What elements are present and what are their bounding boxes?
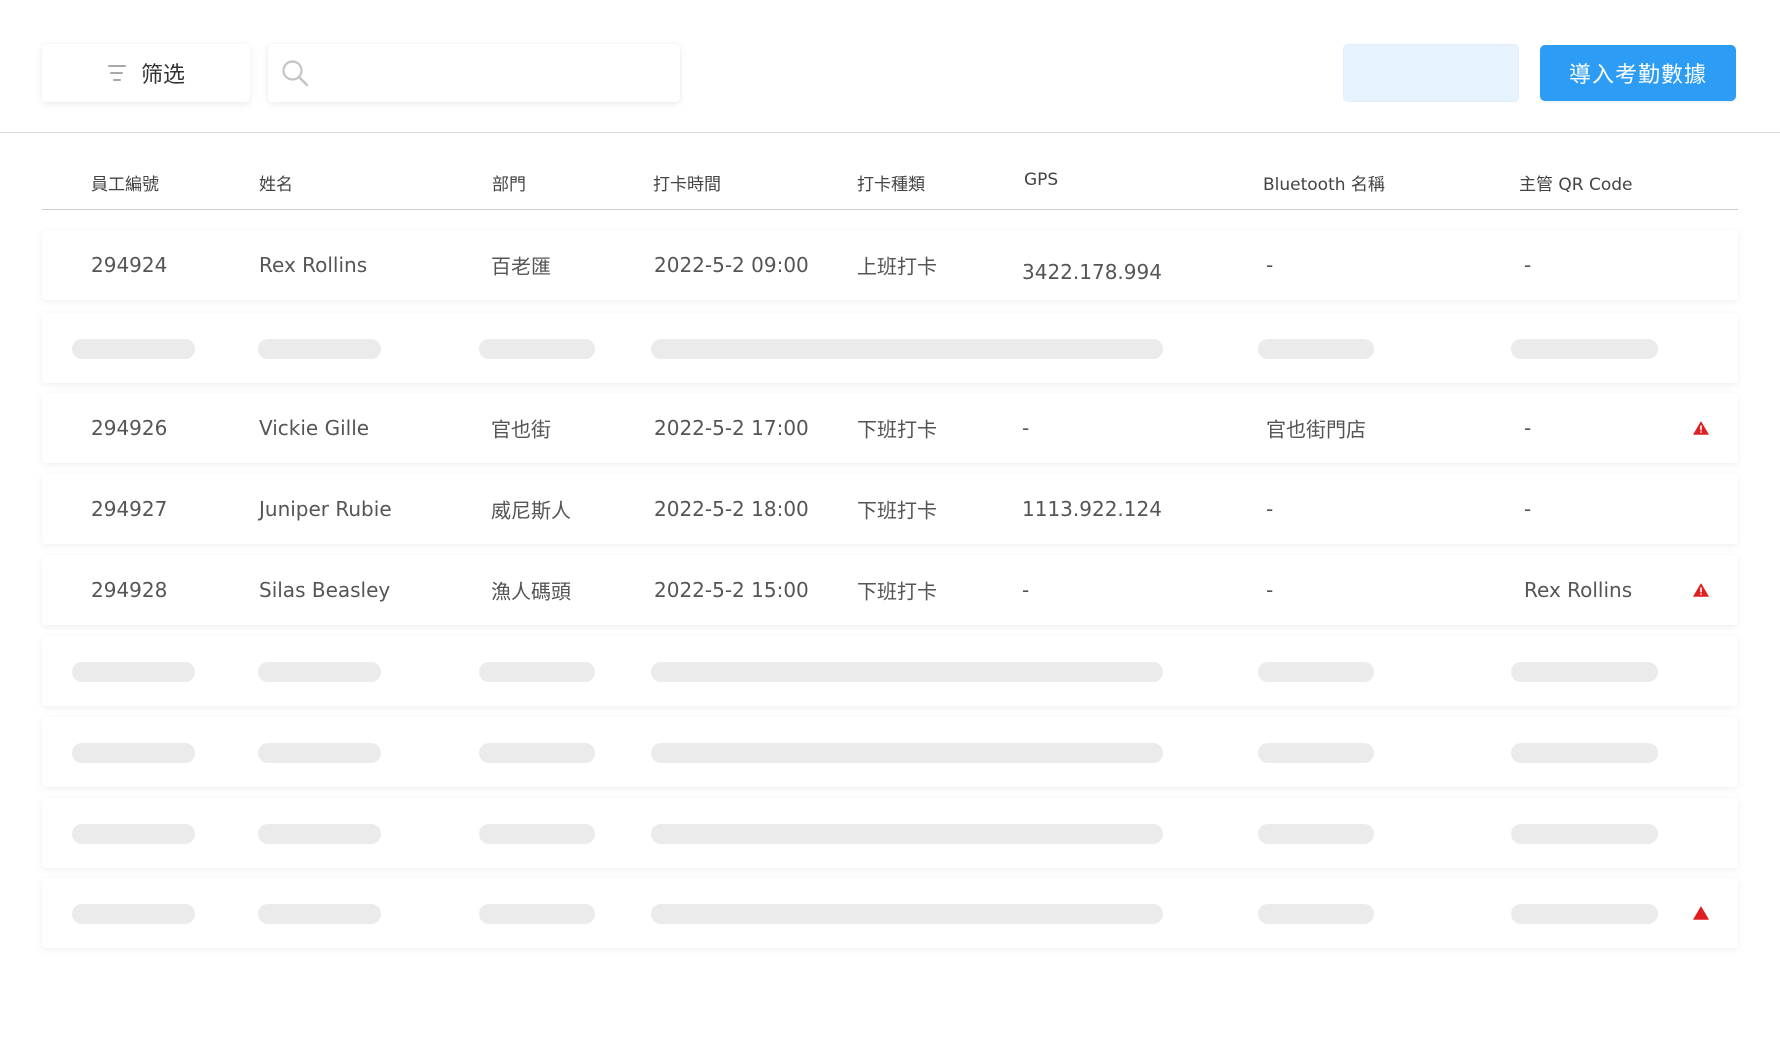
table-row[interactable]: 294927 Juniper Rubie 威尼斯人 2022-5-2 18:00… (42, 474, 1738, 544)
cell-manager-qr-code: - (1524, 253, 1532, 277)
cell-name: Rex Rollins (259, 253, 368, 277)
header-gps[interactable]: GPS (1024, 170, 1058, 190)
cell-department: 官也街 (491, 417, 551, 442)
skeleton-row (42, 636, 1738, 706)
table-header: 員工編號 姓名 部門 打卡時間 打卡種類 GPS Bluetooth 名稱 主管… (42, 140, 1738, 210)
import-attendance-button-label: 導入考勤數據 (1568, 63, 1707, 88)
cell-department: 百老匯 (491, 254, 551, 279)
skeleton-bar (258, 824, 381, 844)
cell-clock-time: 2022-5-2 15:00 (654, 578, 809, 602)
cell-bluetooth-name: 官也街門店 (1266, 417, 1366, 442)
skeleton-bar (1258, 339, 1374, 359)
skeleton-bar (258, 662, 381, 682)
cell-clock-type: 下班打卡 (857, 417, 937, 442)
skeleton-bar (1511, 339, 1658, 359)
skeleton-bar (1511, 743, 1658, 763)
skeleton-bar (258, 339, 381, 359)
warning-icon (1693, 421, 1709, 435)
table-row[interactable]: 294928 Silas Beasley 漁人碼頭 2022-5-2 15:00… (42, 555, 1738, 625)
cell-bluetooth-name: - (1266, 578, 1274, 602)
table-row[interactable]: 294926 Vickie Gille 官也街 2022-5-2 17:00 下… (42, 393, 1738, 463)
cell-clock-time: 2022-5-2 09:00 (654, 253, 809, 277)
cell-clock-type: 下班打卡 (857, 498, 937, 523)
attendance-page: 筛选 導入考勤數據 員工編號 姓名 部門 打卡時間 打卡種類 GPS Bluet… (0, 0, 1780, 1060)
secondary-button[interactable] (1343, 44, 1519, 102)
header-employee-id[interactable]: 員工編號 (91, 170, 159, 195)
skeleton-bar (1258, 824, 1374, 844)
cell-gps: - (1022, 416, 1030, 440)
cell-gps: 1113.922.124 (1022, 497, 1162, 521)
cell-name: Juniper Rubie (259, 497, 392, 521)
skeleton-row (42, 798, 1738, 868)
cell-bluetooth-name: - (1266, 497, 1274, 521)
cell-employee-id: 294924 (91, 253, 168, 277)
skeleton-bar (479, 743, 595, 763)
cell-gps: 3422.178.994 (1022, 260, 1162, 284)
cell-name: Silas Beasley (259, 578, 391, 602)
skeleton-bar (72, 339, 195, 359)
header-bluetooth-name[interactable]: Bluetooth 名稱 (1263, 170, 1385, 195)
cell-clock-type: 下班打卡 (857, 579, 937, 604)
skeleton-bar (1258, 743, 1374, 763)
header-manager-qr-code[interactable]: 主管 QR Code (1519, 170, 1633, 195)
header-clock-type[interactable]: 打卡種類 (857, 170, 925, 195)
skeleton-bar (651, 904, 1163, 924)
header-department[interactable]: 部門 (492, 170, 526, 195)
warning-icon (1693, 906, 1709, 920)
skeleton-row (42, 717, 1738, 787)
skeleton-bar (258, 743, 381, 763)
search-input[interactable] (320, 44, 680, 102)
cell-gps: - (1022, 578, 1030, 602)
skeleton-row (42, 878, 1738, 948)
skeleton-bar (1258, 662, 1374, 682)
cell-bluetooth-name: - (1266, 253, 1274, 277)
toolbar: 筛选 導入考勤數據 (0, 0, 1780, 133)
filter-icon (107, 65, 127, 81)
cell-clock-time: 2022-5-2 18:00 (654, 497, 809, 521)
filter-button[interactable]: 筛选 (42, 44, 250, 102)
skeleton-bar (479, 824, 595, 844)
cell-employee-id: 294927 (91, 497, 168, 521)
skeleton-bar (651, 824, 1163, 844)
cell-manager-qr-code: - (1524, 497, 1532, 521)
search-box[interactable] (268, 44, 680, 102)
skeleton-bar (72, 824, 195, 844)
skeleton-row (42, 313, 1738, 383)
skeleton-bar (479, 904, 595, 924)
skeleton-bar (1511, 904, 1658, 924)
skeleton-bar (72, 904, 195, 924)
cell-manager-qr-code: - (1524, 416, 1532, 440)
header-clock-time[interactable]: 打卡時間 (653, 170, 721, 195)
skeleton-bar (651, 339, 1163, 359)
table-row[interactable]: 294924 Rex Rollins 百老匯 2022-5-2 09:00 上班… (42, 230, 1738, 300)
cell-department: 漁人碼頭 (491, 579, 571, 604)
cell-clock-time: 2022-5-2 17:00 (654, 416, 809, 440)
skeleton-bar (651, 662, 1163, 682)
import-attendance-button[interactable]: 導入考勤數據 (1540, 45, 1736, 101)
warning-icon (1693, 583, 1709, 597)
skeleton-bar (651, 743, 1163, 763)
cell-clock-type: 上班打卡 (857, 254, 937, 279)
skeleton-bar (479, 339, 595, 359)
skeleton-bar (72, 743, 195, 763)
skeleton-bar (72, 662, 195, 682)
header-name[interactable]: 姓名 (259, 170, 293, 195)
skeleton-bar (1511, 662, 1658, 682)
skeleton-bar (479, 662, 595, 682)
skeleton-bar (1258, 904, 1374, 924)
skeleton-bar (1511, 824, 1658, 844)
cell-name: Vickie Gille (259, 416, 370, 440)
cell-employee-id: 294926 (91, 416, 168, 440)
cell-department: 威尼斯人 (491, 498, 571, 523)
filter-button-label: 筛选 (140, 63, 185, 88)
search-icon (282, 60, 309, 87)
cell-employee-id: 294928 (91, 578, 168, 602)
cell-manager-qr-code: Rex Rollins (1524, 578, 1633, 602)
skeleton-bar (258, 904, 381, 924)
